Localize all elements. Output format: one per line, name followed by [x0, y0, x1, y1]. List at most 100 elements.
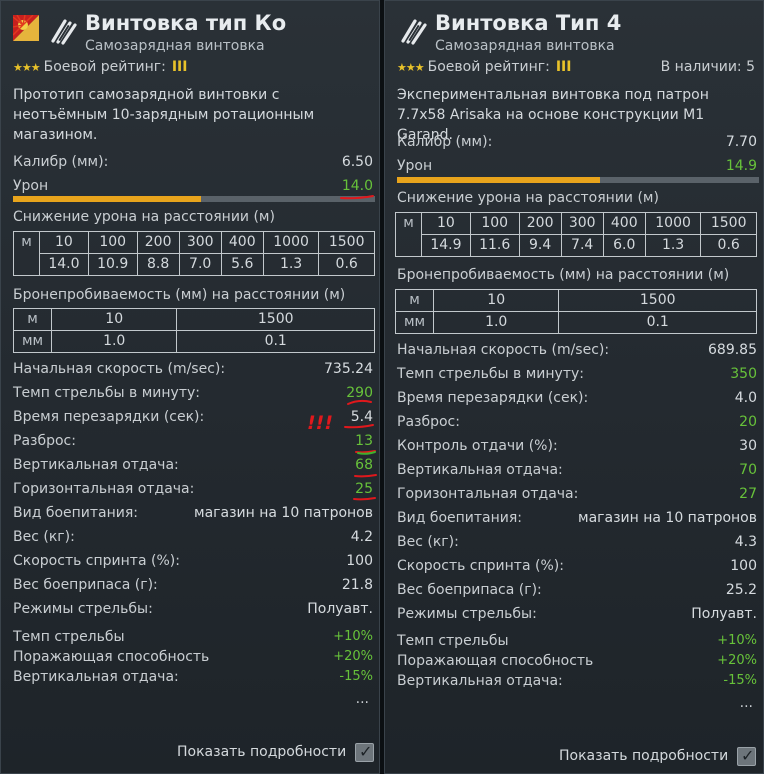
stat-label: Разброс:	[397, 414, 460, 430]
dropoff-range: 400	[220, 231, 264, 254]
stat-row: Вес боеприпаса (г): 21.8	[13, 575, 373, 597]
damage-bar	[13, 196, 375, 202]
pen-unit-range: м	[13, 308, 52, 331]
stat-damage: Урон 14.9	[397, 156, 757, 178]
stat-value: 735.24	[324, 361, 373, 377]
battle-rating-row: ★★★ Боевой рейтинг: III	[13, 59, 371, 77]
stat-row: Вертикальная отдача: 70	[397, 460, 757, 482]
show-details-label[interactable]: Показать подробности	[177, 744, 346, 760]
stat-row: Вес (кг): 4.3	[397, 532, 757, 554]
stat-row: Вес (кг): 4.2	[13, 527, 373, 549]
dropoff-unit: м	[13, 231, 40, 276]
mod-label: Темп стрельбы	[397, 633, 509, 649]
stat-row: Начальная скорость (m/sec): 735.24	[13, 359, 373, 381]
dropoff-value: 1.3	[262, 253, 320, 276]
stat-value: магазин на 10 патронов	[194, 505, 373, 521]
battle-rating-label: Боевой рейтинг:	[427, 59, 550, 75]
stat-value: 13	[355, 433, 373, 449]
damage-bar	[397, 177, 759, 183]
stat-value: 25.2	[725, 582, 757, 598]
stat-caliber: Калибр (мм): 7.70	[397, 132, 757, 154]
pen-range: 10	[50, 308, 178, 331]
dropoff-range: 10	[421, 212, 471, 235]
battle-rating-label: Боевой рейтинг:	[43, 59, 166, 75]
mod-label: Темп стрельбы	[13, 629, 125, 645]
dropoff-range: 100	[469, 212, 520, 235]
dropoff-range: 200	[518, 212, 562, 235]
penetration-title: Бронепробиваемость (мм) на расстоянии (м…	[397, 267, 730, 283]
dropoff-title: Снижение урона на расстоянии (м)	[13, 209, 275, 225]
dropoff-range: 1000	[262, 231, 320, 254]
stat-label: Режимы стрельбы:	[13, 601, 153, 617]
dropoff-value: 14.9	[421, 234, 471, 257]
stat-label: Контроль отдачи (%):	[397, 438, 558, 454]
dropoff-value: 8.8	[136, 253, 180, 276]
stat-label: Калибр (мм):	[13, 154, 109, 170]
damage-bar-fill	[397, 177, 600, 183]
dropoff-table: м 10 100 200 300 400 1000 1500 14.9 11.6 9.4 7.4 6…	[395, 212, 757, 257]
mod-label: Поражающая способность	[13, 649, 210, 665]
mod-row: Темп стрельбы +10%	[13, 629, 373, 649]
stat-value: 5.4	[350, 409, 373, 425]
stat-row: Темп стрельбы в минуту: 290	[13, 383, 373, 405]
rifle-ammo-icon	[401, 19, 427, 45]
card-header: Винтовка тип Ко Самозарядная винтовка	[11, 9, 373, 59]
dropoff-value: 1.3	[644, 234, 702, 257]
dropoff-value: 7.4	[560, 234, 604, 257]
card-header: Винтовка Тип 4 Самозарядная винтовка	[395, 9, 757, 59]
stat-row: Режимы стрельбы: Полуавт.	[397, 604, 757, 626]
stat-label: Начальная скорость (m/sec):	[13, 361, 226, 377]
weapon-title: Винтовка Тип 4	[435, 11, 622, 35]
stat-label: Темп стрельбы в минуту:	[397, 366, 584, 382]
dropoff-range: 200	[136, 231, 180, 254]
dropoff-unit: м	[395, 212, 422, 257]
stat-value: 68	[355, 457, 373, 473]
mod-row: Поражающая способность +20%	[397, 653, 757, 673]
stat-label: Вертикальная отдача:	[397, 462, 563, 478]
stat-label: Вертикальная отдача:	[13, 457, 179, 473]
stat-row: Темп стрельбы в минуту: 350	[397, 364, 757, 386]
stat-value: магазин на 10 патронов	[578, 510, 757, 526]
stat-label: Калибр (мм):	[397, 134, 493, 150]
pen-value: 1.0	[50, 330, 178, 353]
stat-row: Вид боепитания: магазин на 10 патронов	[13, 503, 373, 525]
dropoff-value: 5.6	[220, 253, 264, 276]
mod-value: +10%	[333, 629, 373, 644]
mod-value: +20%	[333, 649, 373, 664]
stat-value: Полуавт.	[691, 606, 757, 622]
weapon-subtitle: Самозарядная винтовка	[85, 38, 265, 54]
mod-label: Вертикальная отдача:	[13, 669, 179, 685]
rating-stars-icon: ★★★	[397, 61, 425, 74]
show-details-checkbox[interactable]: ✓	[355, 742, 374, 762]
dropoff-value: 0.6	[318, 253, 375, 276]
dropoff-range: 300	[178, 231, 222, 254]
weapon-description: Прототип самозарядной винтовки с неотъём…	[13, 87, 315, 143]
stat-value: 70	[739, 462, 757, 478]
more-ellipsis: ...	[355, 691, 369, 707]
stat-row: Контроль отдачи (%): 30	[397, 436, 757, 458]
stat-value: 100	[346, 553, 373, 569]
stat-label: Вид боепитания:	[397, 510, 523, 526]
dropoff-range: 10	[39, 231, 89, 254]
stat-label: Режимы стрельбы:	[397, 606, 537, 622]
stat-row: Скорость спринта (%): 100	[13, 551, 373, 573]
stat-row: Скорость спринта (%): 100	[397, 556, 757, 578]
stat-label: Горизонтальная отдача:	[13, 481, 195, 497]
mod-value: +10%	[717, 633, 757, 648]
stat-label: Разброс:	[13, 433, 76, 449]
stat-value: 4.0	[734, 390, 757, 406]
dropoff-value: 10.9	[87, 253, 138, 276]
dropoff-table: м 10 100 200 300 400 1000 1500 14.0 10.9 8.8 7.0 5…	[13, 231, 375, 276]
stat-row: Начальная скорость (m/sec): 689.85	[397, 340, 757, 362]
stat-value: 350	[730, 366, 757, 382]
show-details-label[interactable]: Показать подробности	[559, 748, 728, 764]
stat-value: 7.70	[725, 134, 757, 150]
stat-label: Вес боеприпаса (г):	[13, 577, 158, 593]
mod-row: Вертикальная отдача: -15%	[13, 669, 373, 689]
show-details-checkbox[interactable]: ✓	[737, 746, 756, 766]
damage-bar-fill	[13, 196, 202, 202]
stat-label: Темп стрельбы в минуту:	[13, 385, 200, 401]
weapon-subtitle: Самозарядная винтовка	[435, 38, 615, 54]
battle-rating-row: ★★★ Боевой рейтинг: III В наличии: 5	[397, 59, 755, 77]
stat-row: Разброс: 13	[13, 431, 373, 453]
